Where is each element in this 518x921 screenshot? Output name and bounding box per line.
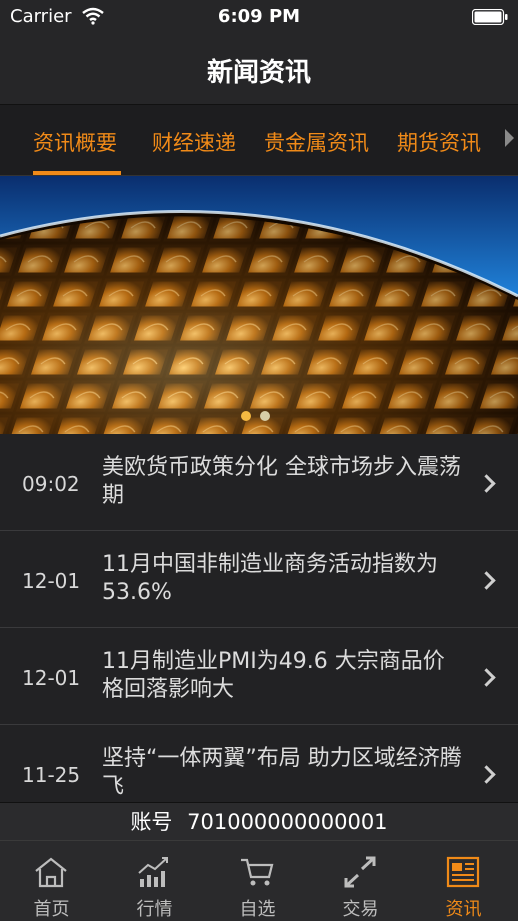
news-title: 坚持“一体两翼”布局 助力区域经济腾飞 xyxy=(102,746,462,799)
page-title: 新闻资讯 xyxy=(206,58,311,88)
chevron-right-icon xyxy=(477,765,496,784)
account-label: 账号 xyxy=(130,810,173,834)
tab-finance-express[interactable]: 财经速递 xyxy=(152,127,236,157)
category-tabs: 资讯概要 财经速递 贵金属资讯 期货资讯 xyxy=(0,105,518,176)
tab-precious-metals[interactable]: 贵金属资讯 xyxy=(264,127,369,157)
chevron-right-icon xyxy=(477,571,496,590)
active-tab-indicator xyxy=(33,171,121,175)
home-icon xyxy=(35,857,67,888)
chevron-right-icon xyxy=(477,474,496,493)
clock: 6:09 PM xyxy=(217,6,301,27)
news-title: 美欧货币政策分化 全球市场步入震荡期 xyxy=(102,455,461,508)
trade-arrows-icon xyxy=(344,856,376,888)
status-bar: Carrier 6:09 PM xyxy=(0,0,518,34)
news-date: 09:02 xyxy=(22,472,80,496)
tabbar-label: 交易 xyxy=(342,899,379,920)
tabbar-label: 资讯 xyxy=(445,899,482,920)
tabs-scroll-right-icon[interactable] xyxy=(505,129,514,147)
tabbar-item-news[interactable]: 资讯 xyxy=(412,841,515,921)
news-date: 11-25 xyxy=(22,763,81,787)
news-list: 09:02 美欧货币政策分化 全球市场步入震荡期 12-01 11月中国非制造业… xyxy=(0,434,518,802)
battery-icon xyxy=(472,9,508,25)
tabbar-item-watchlist[interactable]: 自选 xyxy=(206,841,309,921)
bottom-tab-bar: 首页 行情 自选 交易 资讯 xyxy=(0,840,518,921)
tabbar-label: 首页 xyxy=(33,899,70,920)
carousel-dot-active[interactable] xyxy=(241,411,251,421)
tabbar-item-trade[interactable]: 交易 xyxy=(309,841,412,921)
news-title: 11月制造业PMI为49.6 大宗商品价格回落影响大 xyxy=(102,649,445,702)
banner-artwork xyxy=(0,176,518,434)
carousel-dot[interactable] xyxy=(260,411,270,421)
tabbar-item-market[interactable]: 行情 xyxy=(103,841,206,921)
tabbar-label: 行情 xyxy=(136,899,173,920)
tabbar-label: 自选 xyxy=(239,899,276,920)
account-number: 701000000000001 xyxy=(187,810,388,834)
news-row[interactable]: 11-25 坚持“一体两翼”布局 助力区域经济腾飞 xyxy=(0,725,518,802)
news-row[interactable]: 12-01 11月中国非制造业商务活动指数为53.6% xyxy=(0,531,518,628)
news-row[interactable]: 09:02 美欧货币政策分化 全球市场步入震荡期 xyxy=(0,434,518,531)
navigation-bar: 新闻资讯 xyxy=(0,34,518,105)
tab-futures[interactable]: 期货资讯 xyxy=(397,127,481,157)
news-title: 11月中国非制造业商务活动指数为53.6% xyxy=(102,552,438,605)
news-date: 12-01 xyxy=(22,569,81,593)
news-banner-image[interactable] xyxy=(0,176,518,434)
account-bar: 账号 701000000000001 xyxy=(0,802,518,841)
news-row[interactable]: 12-01 11月制造业PMI为49.6 大宗商品价格回落影响大 xyxy=(0,628,518,725)
chevron-right-icon xyxy=(477,668,496,687)
cart-icon xyxy=(241,858,274,886)
chart-icon xyxy=(138,857,168,887)
newspaper-icon xyxy=(446,856,480,888)
tab-summary[interactable]: 资讯概要 xyxy=(33,127,117,157)
news-date: 12-01 xyxy=(22,666,81,690)
tabbar-item-home[interactable]: 首页 xyxy=(0,841,103,921)
